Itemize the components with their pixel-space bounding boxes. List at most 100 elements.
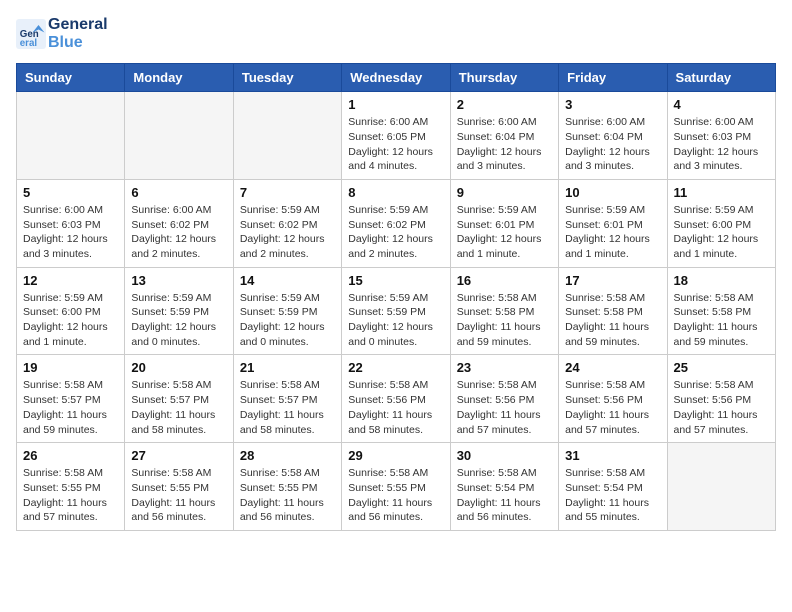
calendar-header: SundayMondayTuesdayWednesdayThursdayFrid… [17, 64, 776, 92]
day-number: 9 [457, 185, 552, 200]
day-info: Sunrise: 5:58 AM Sunset: 5:55 PM Dayligh… [240, 466, 335, 525]
calendar-week-4: 19 Sunrise: 5:58 AM Sunset: 5:57 PM Dayli… [17, 355, 776, 443]
day-number: 5 [23, 185, 118, 200]
day-number: 3 [565, 97, 660, 112]
day-info: Sunrise: 6:00 AM Sunset: 6:03 PM Dayligh… [23, 203, 118, 262]
day-info: Sunrise: 5:59 AM Sunset: 5:59 PM Dayligh… [348, 291, 443, 350]
day-info: Sunrise: 6:00 AM Sunset: 6:04 PM Dayligh… [457, 115, 552, 174]
day-info: Sunrise: 5:58 AM Sunset: 5:56 PM Dayligh… [674, 378, 769, 437]
logo-text-line2: Blue [48, 34, 108, 52]
calendar-week-2: 5 Sunrise: 6:00 AM Sunset: 6:03 PM Daylig… [17, 179, 776, 267]
calendar-cell: 31 Sunrise: 5:58 AM Sunset: 5:54 PM Dayli… [559, 443, 667, 531]
day-info: Sunrise: 5:58 AM Sunset: 5:57 PM Dayligh… [131, 378, 226, 437]
calendar-cell: 3 Sunrise: 6:00 AM Sunset: 6:04 PM Daylig… [559, 92, 667, 180]
day-number: 29 [348, 448, 443, 463]
weekday-header-saturday: Saturday [667, 64, 775, 92]
day-number: 11 [674, 185, 769, 200]
calendar-cell: 11 Sunrise: 5:59 AM Sunset: 6:00 PM Dayli… [667, 179, 775, 267]
day-info: Sunrise: 5:58 AM Sunset: 5:58 PM Dayligh… [674, 291, 769, 350]
day-info: Sunrise: 5:58 AM Sunset: 5:56 PM Dayligh… [348, 378, 443, 437]
day-info: Sunrise: 5:58 AM Sunset: 5:57 PM Dayligh… [240, 378, 335, 437]
calendar-cell [125, 92, 233, 180]
calendar-cell: 23 Sunrise: 5:58 AM Sunset: 5:56 PM Dayli… [450, 355, 558, 443]
day-info: Sunrise: 5:58 AM Sunset: 5:58 PM Dayligh… [457, 291, 552, 350]
day-number: 10 [565, 185, 660, 200]
logo: Gen eral General Blue [16, 16, 108, 51]
day-info: Sunrise: 6:00 AM Sunset: 6:02 PM Dayligh… [131, 203, 226, 262]
day-number: 15 [348, 273, 443, 288]
day-number: 16 [457, 273, 552, 288]
day-number: 31 [565, 448, 660, 463]
day-number: 17 [565, 273, 660, 288]
page-header: Gen eral General Blue [16, 16, 776, 51]
day-info: Sunrise: 6:00 AM Sunset: 6:03 PM Dayligh… [674, 115, 769, 174]
day-number: 19 [23, 360, 118, 375]
calendar-cell: 28 Sunrise: 5:58 AM Sunset: 5:55 PM Dayli… [233, 443, 341, 531]
day-number: 7 [240, 185, 335, 200]
day-number: 8 [348, 185, 443, 200]
day-info: Sunrise: 5:58 AM Sunset: 5:55 PM Dayligh… [23, 466, 118, 525]
day-info: Sunrise: 5:58 AM Sunset: 5:55 PM Dayligh… [131, 466, 226, 525]
calendar-cell: 22 Sunrise: 5:58 AM Sunset: 5:56 PM Dayli… [342, 355, 450, 443]
day-number: 28 [240, 448, 335, 463]
day-number: 1 [348, 97, 443, 112]
day-info: Sunrise: 5:59 AM Sunset: 6:02 PM Dayligh… [240, 203, 335, 262]
calendar-cell: 13 Sunrise: 5:59 AM Sunset: 5:59 PM Dayli… [125, 267, 233, 355]
day-info: Sunrise: 5:59 AM Sunset: 6:01 PM Dayligh… [565, 203, 660, 262]
calendar-cell [17, 92, 125, 180]
day-number: 24 [565, 360, 660, 375]
day-number: 20 [131, 360, 226, 375]
day-info: Sunrise: 5:59 AM Sunset: 5:59 PM Dayligh… [131, 291, 226, 350]
calendar-cell: 25 Sunrise: 5:58 AM Sunset: 5:56 PM Dayli… [667, 355, 775, 443]
weekday-header-tuesday: Tuesday [233, 64, 341, 92]
day-number: 18 [674, 273, 769, 288]
day-info: Sunrise: 5:58 AM Sunset: 5:56 PM Dayligh… [457, 378, 552, 437]
calendar-week-3: 12 Sunrise: 5:59 AM Sunset: 6:00 PM Dayli… [17, 267, 776, 355]
calendar-cell [667, 443, 775, 531]
day-info: Sunrise: 5:58 AM Sunset: 5:55 PM Dayligh… [348, 466, 443, 525]
weekday-header-sunday: Sunday [17, 64, 125, 92]
day-info: Sunrise: 5:59 AM Sunset: 6:01 PM Dayligh… [457, 203, 552, 262]
day-number: 27 [131, 448, 226, 463]
calendar-cell: 5 Sunrise: 6:00 AM Sunset: 6:03 PM Daylig… [17, 179, 125, 267]
day-number: 23 [457, 360, 552, 375]
day-info: Sunrise: 5:59 AM Sunset: 6:00 PM Dayligh… [23, 291, 118, 350]
calendar-cell: 20 Sunrise: 5:58 AM Sunset: 5:57 PM Dayli… [125, 355, 233, 443]
calendar-cell: 10 Sunrise: 5:59 AM Sunset: 6:01 PM Dayli… [559, 179, 667, 267]
day-info: Sunrise: 5:58 AM Sunset: 5:56 PM Dayligh… [565, 378, 660, 437]
calendar-cell: 9 Sunrise: 5:59 AM Sunset: 6:01 PM Daylig… [450, 179, 558, 267]
day-number: 12 [23, 273, 118, 288]
logo-icon: Gen eral [16, 19, 46, 49]
calendar-cell: 19Sunrise: 5:58 AM Sunset: 5:57 PM Dayli… [17, 355, 125, 443]
calendar-week-1: 1Sunrise: 6:00 AM Sunset: 6:05 PM Daylig… [17, 92, 776, 180]
calendar-cell [233, 92, 341, 180]
day-info: Sunrise: 5:58 AM Sunset: 5:54 PM Dayligh… [457, 466, 552, 525]
calendar-cell: 18 Sunrise: 5:58 AM Sunset: 5:58 PM Dayli… [667, 267, 775, 355]
calendar-table: SundayMondayTuesdayWednesdayThursdayFrid… [16, 63, 776, 531]
day-number: 21 [240, 360, 335, 375]
day-info: Sunrise: 5:58 AM Sunset: 5:58 PM Dayligh… [565, 291, 660, 350]
day-info: Sunrise: 5:59 AM Sunset: 6:00 PM Dayligh… [674, 203, 769, 262]
calendar-cell: 6 Sunrise: 6:00 AM Sunset: 6:02 PM Daylig… [125, 179, 233, 267]
calendar-cell: 8 Sunrise: 5:59 AM Sunset: 6:02 PM Daylig… [342, 179, 450, 267]
calendar-cell: 1Sunrise: 6:00 AM Sunset: 6:05 PM Daylig… [342, 92, 450, 180]
day-info: Sunrise: 5:58 AM Sunset: 5:54 PM Dayligh… [565, 466, 660, 525]
day-number: 6 [131, 185, 226, 200]
calendar-week-5: 26Sunrise: 5:58 AM Sunset: 5:55 PM Dayli… [17, 443, 776, 531]
day-number: 4 [674, 97, 769, 112]
weekday-header-thursday: Thursday [450, 64, 558, 92]
svg-text:eral: eral [20, 38, 38, 49]
weekday-header-wednesday: Wednesday [342, 64, 450, 92]
weekday-header-monday: Monday [125, 64, 233, 92]
day-number: 14 [240, 273, 335, 288]
calendar-cell: 16 Sunrise: 5:58 AM Sunset: 5:58 PM Dayli… [450, 267, 558, 355]
day-number: 13 [131, 273, 226, 288]
day-number: 22 [348, 360, 443, 375]
calendar-cell: 29 Sunrise: 5:58 AM Sunset: 5:55 PM Dayli… [342, 443, 450, 531]
day-number: 25 [674, 360, 769, 375]
day-info: Sunrise: 6:00 AM Sunset: 6:04 PM Dayligh… [565, 115, 660, 174]
calendar-cell: 27 Sunrise: 5:58 AM Sunset: 5:55 PM Dayli… [125, 443, 233, 531]
calendar-cell: 4 Sunrise: 6:00 AM Sunset: 6:03 PM Daylig… [667, 92, 775, 180]
calendar-cell: 2Sunrise: 6:00 AM Sunset: 6:04 PM Daylig… [450, 92, 558, 180]
day-info: Sunrise: 5:59 AM Sunset: 6:02 PM Dayligh… [348, 203, 443, 262]
